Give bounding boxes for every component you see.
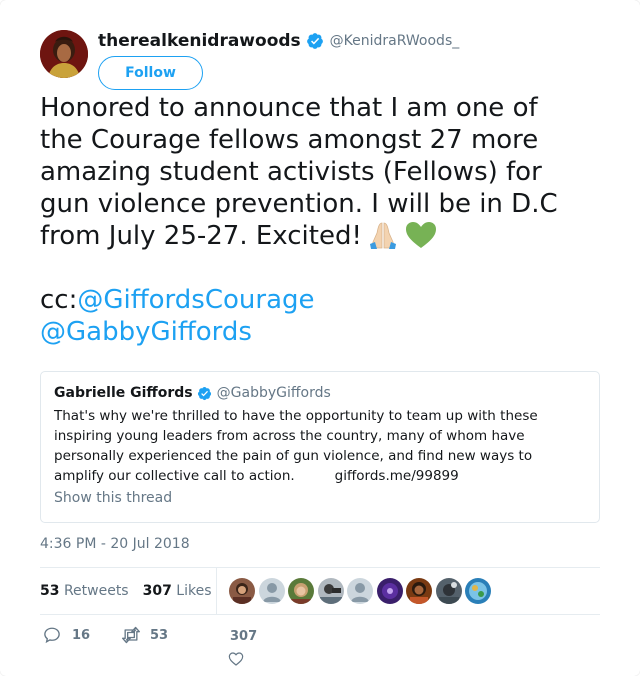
tweet-stats: 53 Retweets 307 Likes xyxy=(40,568,600,614)
liker-avatar[interactable] xyxy=(376,578,403,604)
retweet-count: 53 xyxy=(150,627,169,643)
author-display-name[interactable]: therealkenidrawoods xyxy=(98,31,301,51)
tweet-mention-line: @GabbyGiffords xyxy=(40,316,610,348)
folded-hands-icon xyxy=(366,220,400,250)
author-avatar[interactable] xyxy=(40,30,88,78)
tweet-timestamp[interactable]: 4:36 PM - 20 Jul 2018 xyxy=(40,536,190,552)
quoted-handle: @GabbyGiffords xyxy=(216,385,331,401)
like-count: 307 xyxy=(230,629,258,644)
tweet-text-line: from July 25-27. Excited! xyxy=(40,221,362,251)
retweets-stat[interactable]: 53 Retweets xyxy=(40,583,129,599)
tweet-text-last-line: from July 25-27. Excited! xyxy=(40,220,610,252)
tweet-text-line: the Courage fellows amongst 27 more xyxy=(40,125,539,155)
quoted-text-last-line: amplify our collective call to action. gi… xyxy=(54,466,589,486)
retweet-action[interactable]: 53 xyxy=(121,626,168,644)
reply-icon xyxy=(43,626,61,644)
like-count-label: 307 xyxy=(230,629,257,644)
liker-avatar[interactable] xyxy=(229,578,255,604)
tweet-text-line: amazing student activists (Fellows) for xyxy=(40,157,542,187)
retweets-count: 53 xyxy=(40,583,60,599)
heart-icon xyxy=(228,651,244,667)
quoted-link[interactable]: giffords.me/99899 xyxy=(335,468,459,484)
quoted-tweet-text: That's why we're thrilled to have the op… xyxy=(54,406,589,486)
liker-avatar[interactable] xyxy=(347,578,373,604)
show-thread-link[interactable]: Show this thread xyxy=(54,490,172,506)
mention-link-gabbygiffords[interactable]: @GabbyGiffords xyxy=(40,317,252,347)
author-name-row: therealkenidrawoods @KenidraRWoods_ xyxy=(98,31,459,51)
quoted-text-line: That's why we're thrilled to have the op… xyxy=(54,408,538,424)
tweet-text-line: Honored to announce that I am one of xyxy=(40,93,538,123)
stats-bottom-divider xyxy=(40,614,600,615)
tweet-text-line: gun violence prevention. I will be in D.… xyxy=(40,189,558,219)
liker-avatar[interactable] xyxy=(317,578,344,604)
tweet-text: Honored to announce that I am one of the… xyxy=(40,92,610,348)
tweet-actions: 16 53 307 xyxy=(40,622,600,672)
quoted-tweet-header: Gabrielle Giffords @GabbyGiffords xyxy=(54,385,331,401)
quoted-display-name: Gabrielle Giffords xyxy=(54,385,193,401)
stats-divider xyxy=(216,568,217,614)
mention-link-giffordscourage[interactable]: @GiffordsCourage xyxy=(77,285,314,315)
like-action[interactable] xyxy=(228,651,244,667)
cc-prefix: cc: xyxy=(40,285,78,315)
tweet-cc-line: cc:@GiffordsCourage xyxy=(40,284,610,316)
reply-count: 16 xyxy=(72,627,91,643)
likes-stat[interactable]: 307 Likes xyxy=(143,583,212,599)
author-handle[interactable]: @KenidraRWoods_ xyxy=(330,33,460,49)
retweets-label: Retweets xyxy=(63,583,129,599)
liker-avatar[interactable] xyxy=(288,578,314,604)
liker-avatars xyxy=(229,578,495,604)
verified-badge-icon xyxy=(306,32,324,50)
liker-avatar[interactable] xyxy=(258,578,285,604)
tweet-card: therealkenidrawoods @KenidraRWoods_ Foll… xyxy=(0,0,640,676)
green-heart-icon xyxy=(404,220,438,250)
liker-avatar[interactable] xyxy=(406,578,432,604)
tweet-text-spacer xyxy=(40,252,610,284)
likes-count: 307 xyxy=(142,583,172,599)
liker-avatar[interactable] xyxy=(465,578,491,604)
liker-avatar[interactable] xyxy=(435,578,462,604)
retweet-icon xyxy=(121,626,141,644)
verified-badge-icon xyxy=(197,386,212,401)
reply-action[interactable]: 16 xyxy=(43,626,90,644)
quoted-tweet[interactable]: Gabrielle Giffords @GabbyGiffords That's… xyxy=(40,371,600,523)
follow-button[interactable]: Follow xyxy=(98,56,203,90)
quoted-text-line: personally experienced the pain of gun v… xyxy=(54,448,533,464)
quoted-text-line: inspiring young leaders from across the … xyxy=(54,428,525,444)
quoted-text-line: amplify our collective call to action. xyxy=(54,468,295,484)
likes-label: Likes xyxy=(176,583,212,599)
